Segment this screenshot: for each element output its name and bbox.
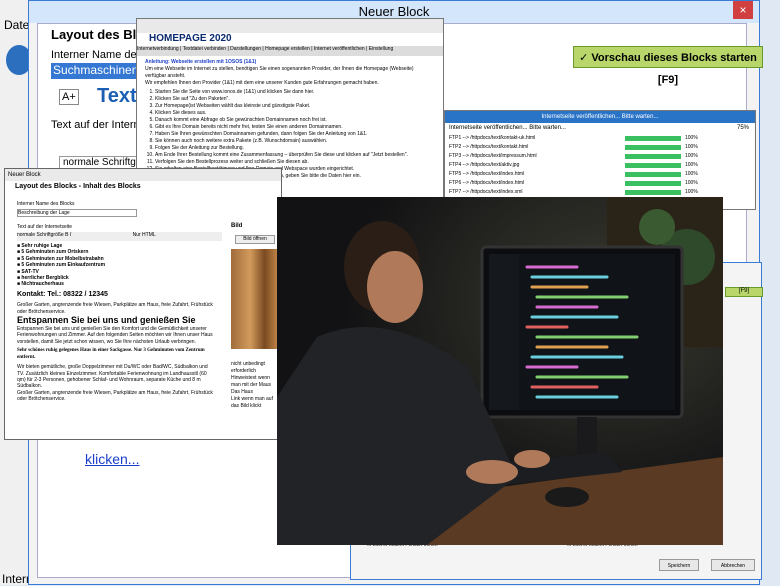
developer-photo-illustration (277, 197, 723, 545)
upload-row-percent: 100% (685, 171, 698, 177)
upload-header: Internetseite veröffentlichen... Bitte w… (449, 125, 566, 131)
upload-row-label: FTP5 --> /httpdocs/text/index.html (449, 171, 525, 177)
instructions-paragraph: Wir empfehlen Ihnen den Provider (1&1) m… (145, 80, 379, 86)
instruction-step: Danach kommt eine Abfrage ob Sie gewünsc… (155, 117, 435, 124)
image-option-text[interactable]: Das Haus (231, 389, 281, 396)
toolbar-item[interactable]: Homepage erstellen (265, 46, 310, 52)
window-title: Neuer Block (358, 4, 430, 19)
instructions-heading: Anleitung: Webseite erstellen mit 1OSOS … (145, 59, 257, 65)
block-name-input[interactable]: Beschreibung der Lage (17, 209, 137, 217)
instruction-step: Am Ende Ihrer Bestellung kommt eine Zusa… (155, 152, 435, 159)
homepage-logo: HOMEPAGE 2020 (149, 33, 232, 44)
upload-row-percent: 100% (685, 144, 698, 150)
upload-row: FTP5 --> /httpdocs/text/index.html 100% (449, 171, 751, 179)
toolbar-item[interactable]: Internet veröffentlichen (314, 46, 365, 52)
upload-progress-window: Internetseite veröffentlichen... Bitte w… (444, 110, 756, 210)
toolbar-item[interactable]: Textdatei verbinden (183, 46, 226, 52)
paragraph: Großer Garten, angrenzende freie Wiesen,… (17, 302, 213, 315)
italic-icon[interactable]: I (70, 232, 71, 238)
editor-title: Layout des Blocks - Inhalt des Blocks (15, 183, 141, 190)
upload-row-label: FTP4 --> /httpdocs/text/aktiv.jpg (449, 162, 520, 168)
preview-shortcut-button[interactable]: [F9] (725, 287, 763, 297)
list-item: ■ Nichtraucherhaus (17, 281, 64, 288)
upload-row-label: FTP6 --> /httpdocs/text/index.html (449, 180, 525, 186)
room-photo (231, 249, 279, 349)
image-option-text: Link wenn man auf das Bild klickt (231, 396, 273, 409)
instruction-step: Starten Sie die Seite von www.ionos.de (… (155, 89, 435, 96)
upload-progress-bar (625, 181, 681, 186)
instruction-step: Klicken Sie dieses aus. (155, 110, 435, 117)
upload-progress-bar (625, 154, 681, 159)
upload-row: FTP3 --> /httpdocs/text/impressum.html 10… (449, 153, 751, 161)
block-name-label: Interner Name des Blocks (17, 201, 75, 207)
upload-row-percent: 100% (685, 153, 698, 159)
close-icon[interactable]: × (733, 1, 753, 19)
upload-row: FTP1 --> /httpdocs/text/kontakt-uk.html 1… (449, 135, 751, 143)
rich-text-content[interactable]: ■ Sehr ruhige Lage ■ 5 Gehminuten zum Or… (17, 243, 213, 433)
toolbar-item[interactable]: Einstellung (369, 46, 393, 52)
upload-progress-bar (625, 190, 681, 195)
upload-row-percent: 100% (685, 135, 698, 141)
html-only-toggle[interactable]: Nur HTML (133, 232, 156, 238)
instruction-step: Klicken Sie auf "Zu den Paketen". (155, 96, 435, 103)
open-image-button[interactable]: Bild öffnen (235, 235, 275, 244)
block-content-editor-window: Neuer Block Layout des Blocks - Inhalt d… (4, 168, 282, 440)
editor-titlebar: Neuer Block (5, 169, 281, 181)
upload-row: FTP4 --> /httpdocs/text/aktiv.jpg 100% (449, 162, 751, 170)
paragraph-bold: Sehr schönes ruhig gelegenes Haus in ein… (17, 348, 205, 360)
contact-line: Kontakt: Tel.: 08322 / 12345 (17, 290, 108, 298)
upload-row: FTP6 --> /httpdocs/text/index.html 100% (449, 180, 751, 188)
paragraph: Entspannen Sie bei uns und genießen Sie … (17, 326, 213, 345)
font-size-select[interactable]: normale Schriftgröße (17, 232, 64, 238)
upload-total-percent: 75% (736, 125, 749, 131)
upload-row: FTP2 --> /httpdocs/text/kontakt.html 100% (449, 144, 751, 152)
upload-row-percent: 100% (685, 180, 698, 186)
text-label: Text (97, 85, 137, 107)
upload-progress-bar (625, 136, 681, 141)
homepage-toolbar: Internetverbindung | Textdatei verbinden… (137, 46, 443, 56)
upload-progress-bar (625, 163, 681, 168)
upload-row-label: FTP7 --> /httpdocs/text/index.xml (449, 189, 523, 195)
image-label: Bild (231, 223, 243, 229)
toolbar-item[interactable]: Internetverbindung (137, 46, 179, 52)
save-button[interactable]: Speichern (659, 559, 699, 571)
check-circle-icon: ✓ (579, 52, 592, 64)
developer-photo (277, 197, 723, 545)
upload-row: FTP7 --> /httpdocs/text/index.xml 100% (449, 189, 751, 197)
internet-text-label: Text auf der Internetseite (17, 224, 73, 230)
preview-block-button[interactable]: ✓ Vorschau dieses Blocks starten [F9] (573, 46, 763, 86)
upload-titlebar: Internetseite veröffentlichen... Bitte w… (445, 111, 755, 123)
upload-row-percent: 100% (685, 162, 698, 168)
cancel-button[interactable]: Abbrechen (711, 559, 755, 571)
text-format-icon[interactable]: A+ (59, 89, 79, 105)
instruction-step: Folgen Sie der Anleitung zur Bestellung. (155, 145, 435, 152)
instruction-step: Zur Homepage(ist Webseiten wählt das kle… (155, 103, 435, 110)
homepage-titlebar (137, 19, 443, 33)
upload-progress-bar (625, 145, 681, 150)
upload-row-label: FTP2 --> /httpdocs/text/kontakt.html (449, 144, 529, 150)
upload-row-percent: 100% (685, 189, 698, 195)
upload-row-label: FTP1 --> /httpdocs/text/kontakt-uk.html (449, 135, 536, 141)
image-option-text: Hinweistext wenn man mit der Maus (231, 375, 272, 388)
paragraph: Wir bieten gemütliche, große Doppelzimme… (17, 364, 208, 390)
internal-name-label: Interner Name des (51, 49, 143, 61)
image-option-text: nicht unbedingt erforderlich (231, 361, 265, 374)
upload-progress-bar (625, 172, 681, 177)
instruction-step: Haben Sie Ihren gewünschten Domainnamen … (155, 131, 435, 138)
instruction-step: Sie können auch noch weitere extra Paket… (155, 138, 435, 145)
text-on-internet-label: Text auf der Intern (51, 119, 140, 131)
content-heading: Entspannen Sie bei uns und genießen Sie (17, 315, 196, 326)
instructions-paragraph: Um eine Webseite im Internet zu stellen,… (145, 66, 414, 79)
instruction-step: Gibt es Ihre Domain bereits nicht mehr f… (155, 124, 435, 131)
image-options: nicht unbedingt erforderlich Hinweistext… (231, 361, 281, 410)
paragraph: Großer Garten, angrenzende freie Wiesen,… (17, 389, 213, 403)
text-editor-toolbar: normale Schriftgröße B I Nur HTML (17, 232, 222, 241)
instruction-step: Verfolgen Sie den Bestellprozess weiter … (155, 159, 435, 166)
upload-row-label: FTP3 --> /httpdocs/text/impressum.html (449, 153, 537, 159)
toolbar-item[interactable]: Darstellungen (230, 46, 261, 52)
click-link[interactable]: klicken... (85, 451, 139, 467)
